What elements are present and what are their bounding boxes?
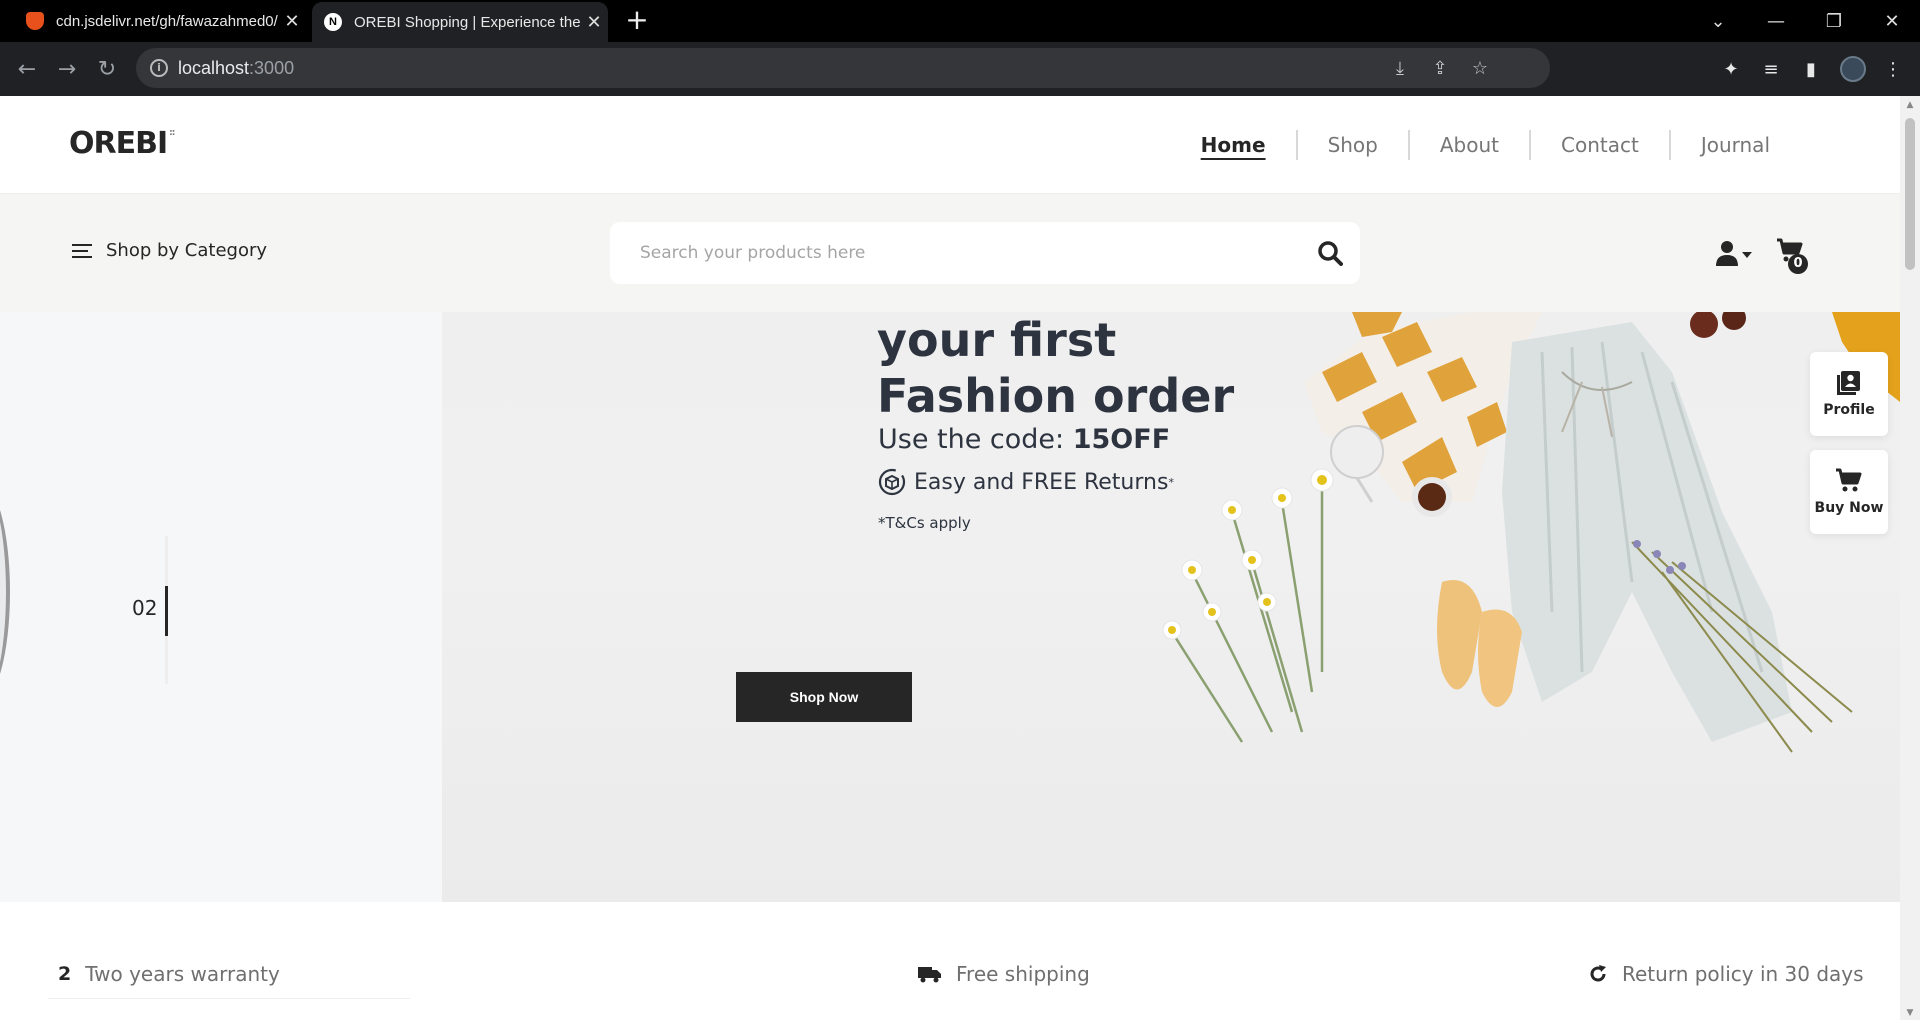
browser-menu-icon[interactable]: ⋮ [1878, 54, 1908, 84]
divider [48, 998, 410, 999]
fashion-flatlay-image [1162, 312, 1900, 753]
daisies-graphic [1162, 468, 1334, 743]
profile-avatar[interactable] [1840, 56, 1866, 82]
yellow-shoes-graphic [1437, 580, 1522, 707]
nav-journal[interactable]: Journal [1671, 130, 1800, 160]
browser-tab-bar: cdn.jsdelivr.net/gh/fawazahmed0/ ✕ N ORE… [0, 0, 1920, 42]
scrollbar-thumb[interactable] [1905, 118, 1915, 270]
search-box [610, 222, 1360, 284]
scroll-down-icon[interactable]: ▼ [1905, 1008, 1915, 1018]
share-icon[interactable]: ⇪ [1420, 48, 1460, 88]
bookmark-star-icon[interactable]: ☆ [1460, 48, 1500, 88]
info-strip: 2 Two years warranty Free shipping Retur… [0, 902, 1900, 1020]
tab-title: cdn.jsdelivr.net/gh/fawazahmed0/ [56, 12, 278, 30]
menu-icon [72, 243, 92, 258]
sunglasses-graphic [1690, 312, 1746, 338]
shield-favicon-icon [26, 12, 44, 30]
warranty-info: 2 Two years warranty [58, 962, 280, 986]
next-favicon-icon: N [324, 13, 342, 31]
hero-banner: your first Fashion order Use the code: 1… [442, 312, 1900, 902]
cart-icon[interactable]: 0 [1776, 238, 1816, 274]
returns-box-icon [878, 468, 906, 496]
profile-label: Profile [1823, 402, 1875, 418]
user-menu-icon[interactable] [1716, 240, 1756, 268]
refresh-icon [1590, 965, 1606, 982]
coffee-cup-graphic [1412, 477, 1452, 517]
main-nav: Home Shop About Contact Journal [1171, 122, 1800, 168]
buy-now-side-button[interactable]: Buy Now [1810, 450, 1888, 534]
browser-toolbar: ← → ↻ i localhost:3000 ⤓ ⇪ ☆ ✦ ≡ ▮ ⋮ [0, 42, 1920, 96]
profile-card-icon [1837, 371, 1860, 395]
restore-icon[interactable]: ❐ [1806, 0, 1862, 42]
hero-carousel: 02 your first Fashion order Use the code… [0, 312, 1900, 902]
forward-icon[interactable]: → [50, 52, 84, 86]
search-icon[interactable] [1300, 223, 1360, 283]
extensions-icon[interactable]: ✦ [1716, 54, 1746, 84]
truck-icon [918, 967, 941, 983]
reload-icon[interactable]: ↻ [90, 52, 124, 86]
close-tab-icon[interactable]: ✕ [278, 11, 306, 32]
profile-side-button[interactable]: Profile [1810, 352, 1888, 436]
address-bar[interactable]: i localhost:3000 ⤓ ⇪ ☆ [136, 48, 1550, 88]
wine-glass-graphic [1330, 425, 1384, 503]
shop-by-category-label: Shop by Category [106, 240, 268, 261]
search-input[interactable] [640, 223, 1300, 283]
shop-by-category-button[interactable]: Shop by Category [72, 240, 267, 261]
tab-title: OREBI Shopping | Experience the [354, 13, 580, 31]
back-icon[interactable]: ← [10, 52, 44, 86]
nav-shop[interactable]: Shop [1298, 130, 1410, 160]
side-panel-icon[interactable]: ▮ [1796, 54, 1826, 84]
browser-tab-active[interactable]: N OREBI Shopping | Experience the ✕ [312, 2, 608, 42]
nav-home[interactable]: Home [1171, 130, 1298, 160]
return-policy-info: Return policy in 30 days [1588, 962, 1864, 986]
buy-now-label: Buy Now [1814, 500, 1884, 516]
warranty-icon: 2 [58, 963, 72, 985]
url-text: localhost:3000 [178, 57, 295, 78]
free-shipping-info: Free shipping [918, 962, 1090, 986]
browser-tab[interactable]: cdn.jsdelivr.net/gh/fawazahmed0/ ✕ [14, 0, 306, 42]
shop-now-button[interactable]: Shop Now [736, 672, 912, 722]
slide-indicator[interactable] [165, 536, 168, 684]
striped-trousers-graphic [1502, 322, 1792, 742]
nav-about[interactable]: About [1410, 130, 1532, 160]
site-header: OREBI:: Home Shop About Contact Journal [0, 96, 1900, 194]
close-tab-icon[interactable]: ✕ [580, 12, 608, 33]
close-window-icon[interactable]: ✕ [1864, 0, 1920, 42]
site-info-icon[interactable]: i [150, 59, 168, 77]
new-tab-button[interactable]: + [622, 6, 652, 36]
page-scrollbar[interactable]: ▲ ▼ [1900, 96, 1920, 1020]
previous-slide-peek [0, 482, 10, 702]
category-search-bar: Shop by Category 0 [0, 194, 1900, 312]
terms-note: *T&Cs apply [878, 514, 971, 532]
tab-search-icon[interactable]: ⌄ [1690, 0, 1746, 42]
scroll-up-icon[interactable]: ▲ [1905, 100, 1915, 110]
site-logo[interactable]: OREBI:: [69, 126, 175, 161]
carousel-pagination-area: 02 [0, 312, 442, 902]
slide-number: 02 [132, 596, 158, 620]
cart-count-badge: 0 [1788, 254, 1808, 274]
page: OREBI:: Home Shop About Contact Journal … [0, 96, 1900, 1020]
media-control-icon[interactable]: ≡ [1756, 54, 1786, 84]
nav-contact[interactable]: Contact [1531, 130, 1671, 160]
cart-icon [1836, 468, 1862, 492]
install-app-icon[interactable]: ⤓ [1380, 48, 1420, 88]
minimize-icon[interactable]: — [1748, 0, 1804, 42]
